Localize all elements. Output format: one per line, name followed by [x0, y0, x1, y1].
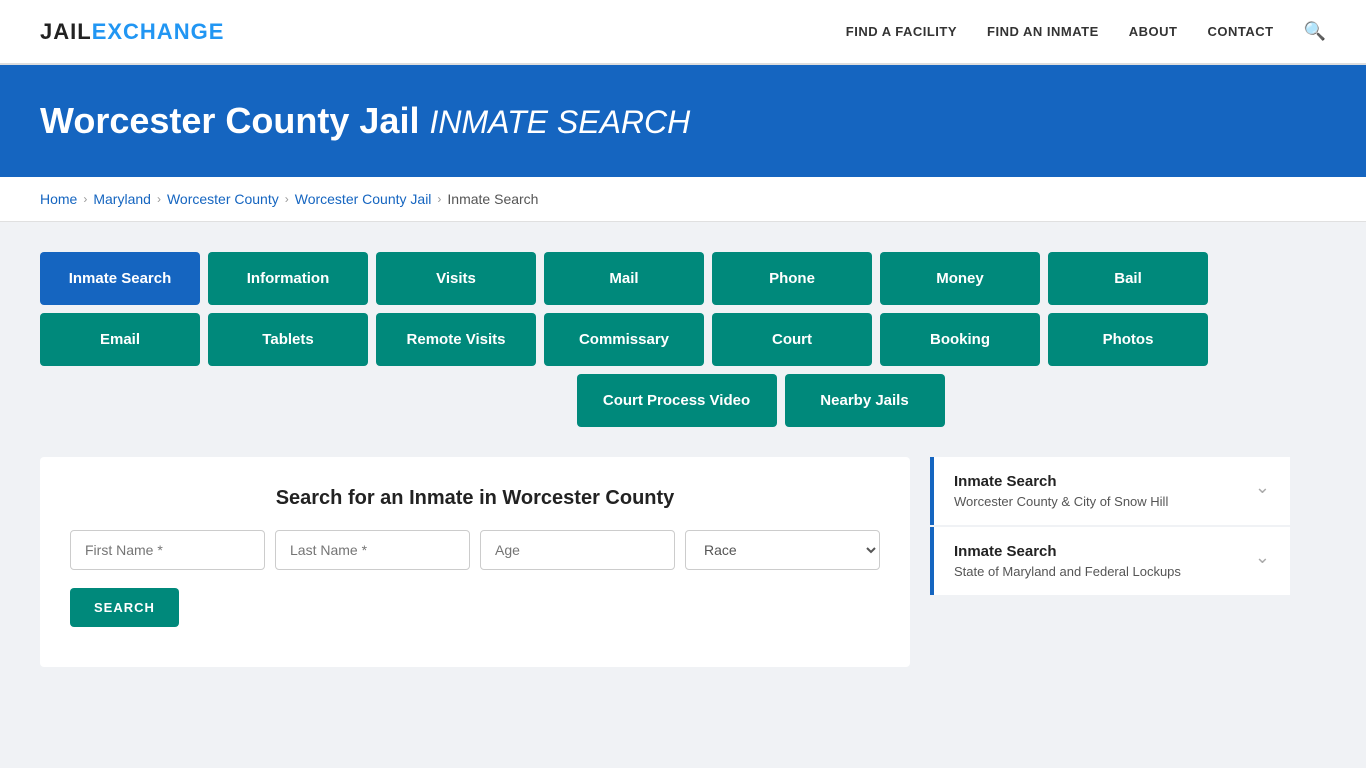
breadcrumb-sep-2: ›: [157, 192, 161, 206]
breadcrumb-bar: Home › Maryland › Worcester County › Wor…: [0, 177, 1366, 222]
sidebar-item-title-1: Inmate Search: [954, 473, 1168, 490]
btn-nearby-jails[interactable]: Nearby Jails: [785, 374, 945, 427]
breadcrumb-sep-1: ›: [83, 192, 87, 206]
breadcrumb-maryland[interactable]: Maryland: [93, 191, 151, 207]
btn-inmate-search[interactable]: Inmate Search: [40, 252, 200, 305]
btn-information[interactable]: Information: [208, 252, 368, 305]
btn-phone[interactable]: Phone: [712, 252, 872, 305]
header: JAILEXCHANGE FIND A FACILITY FIND AN INM…: [0, 0, 1366, 65]
btn-photos[interactable]: Photos: [1048, 313, 1208, 366]
btn-booking[interactable]: Booking: [880, 313, 1040, 366]
search-button[interactable]: SEARCH: [70, 588, 179, 627]
nav-contact[interactable]: CONTACT: [1207, 24, 1273, 39]
search-form-fields: Race White Black Hispanic Asian Native A…: [70, 530, 880, 570]
site-logo[interactable]: JAILEXCHANGE: [40, 19, 224, 45]
breadcrumb-sep-3: ›: [285, 192, 289, 206]
breadcrumb-worcester-county[interactable]: Worcester County: [167, 191, 279, 207]
btn-court[interactable]: Court: [712, 313, 872, 366]
nav-find-facility[interactable]: FIND A FACILITY: [846, 24, 957, 39]
sidebar-item-worcester[interactable]: Inmate Search Worcester County & City of…: [930, 457, 1290, 525]
nav-about[interactable]: ABOUT: [1129, 24, 1178, 39]
breadcrumb-worcester-jail[interactable]: Worcester County Jail: [295, 191, 432, 207]
btn-court-process-video[interactable]: Court Process Video: [577, 374, 777, 427]
bottom-section: Search for an Inmate in Worcester County…: [40, 457, 1326, 667]
logo-exchange: EXCHANGE: [92, 19, 225, 44]
chevron-down-icon-2: ⌄: [1255, 547, 1270, 568]
main-content: Inmate Search Information Visits Mail Ph…: [0, 222, 1366, 697]
sidebar-item-subtitle-1: Worcester County & City of Snow Hill: [954, 494, 1168, 509]
hero-banner: Worcester County Jail INMATE SEARCH: [0, 65, 1366, 177]
btn-commissary[interactable]: Commissary: [544, 313, 704, 366]
nav-row-3: Court Process Video Nearby Jails: [40, 374, 1326, 427]
breadcrumb-current: Inmate Search: [447, 191, 538, 207]
btn-money[interactable]: Money: [880, 252, 1040, 305]
btn-visits[interactable]: Visits: [376, 252, 536, 305]
main-nav: FIND A FACILITY FIND AN INMATE ABOUT CON…: [846, 21, 1326, 42]
nav-buttons-section: Inmate Search Information Visits Mail Ph…: [40, 252, 1326, 427]
search-icon[interactable]: 🔍: [1304, 21, 1326, 42]
last-name-input[interactable]: [275, 530, 470, 570]
btn-bail[interactable]: Bail: [1048, 252, 1208, 305]
sidebar-item-title-2: Inmate Search: [954, 543, 1181, 560]
first-name-input[interactable]: [70, 530, 265, 570]
page-title: Worcester County Jail INMATE SEARCH: [40, 100, 1326, 142]
page-title-italic: INMATE SEARCH: [429, 104, 690, 140]
age-input[interactable]: [480, 530, 675, 570]
chevron-down-icon-1: ⌄: [1255, 477, 1270, 498]
sidebar: Inmate Search Worcester County & City of…: [930, 457, 1290, 597]
logo-jail: JAIL: [40, 19, 92, 44]
nav-row-2: Email Tablets Remote Visits Commissary C…: [40, 313, 1326, 366]
nav-find-inmate[interactable]: FIND AN INMATE: [987, 24, 1099, 39]
btn-email[interactable]: Email: [40, 313, 200, 366]
search-form-box: Search for an Inmate in Worcester County…: [40, 457, 910, 667]
btn-mail[interactable]: Mail: [544, 252, 704, 305]
sidebar-item-subtitle-2: State of Maryland and Federal Lockups: [954, 564, 1181, 579]
btn-remote-visits[interactable]: Remote Visits: [376, 313, 536, 366]
search-form-title: Search for an Inmate in Worcester County: [70, 487, 880, 510]
breadcrumb-sep-4: ›: [437, 192, 441, 206]
sidebar-item-maryland[interactable]: Inmate Search State of Maryland and Fede…: [930, 527, 1290, 595]
nav-row-1: Inmate Search Information Visits Mail Ph…: [40, 252, 1326, 305]
btn-tablets[interactable]: Tablets: [208, 313, 368, 366]
race-select[interactable]: Race White Black Hispanic Asian Native A…: [685, 530, 880, 570]
breadcrumb: Home › Maryland › Worcester County › Wor…: [40, 191, 1326, 207]
breadcrumb-home[interactable]: Home: [40, 191, 77, 207]
